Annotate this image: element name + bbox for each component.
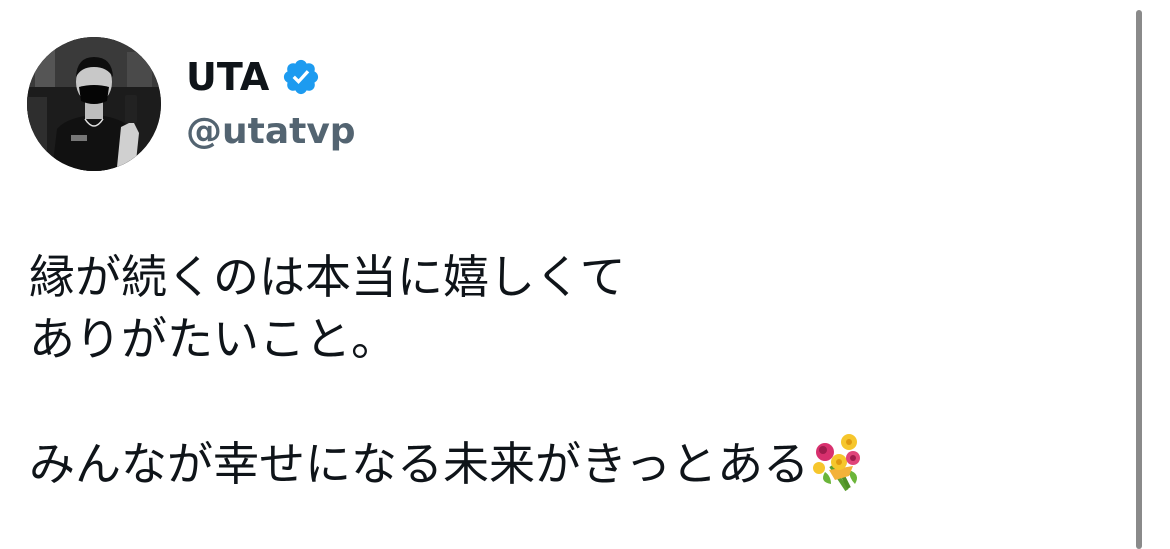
avatar[interactable] <box>27 37 161 171</box>
tweet-card: UTA @utatvp 縁が続くのは本当に嬉しくて ありがたいこと。 みんなが幸… <box>0 0 1150 549</box>
verified-badge-icon <box>281 57 321 97</box>
scrollbar[interactable] <box>1136 10 1142 549</box>
tweet-line: ありがたいこと。 <box>29 312 397 366</box>
avatar-image <box>27 37 161 171</box>
display-name[interactable]: UTA <box>186 52 269 102</box>
tweet-line-with-emoji: みんなが幸せになる未来がきっとある <box>29 432 1129 494</box>
tweet-line: みんなが幸せになる未来がきっとある <box>29 437 810 491</box>
bouquet-emoji <box>809 432 869 492</box>
tweet-line: 縁が続くのは本当に嬉しくて <box>29 250 626 304</box>
author-row: UTA <box>186 52 321 102</box>
tweet-body: 縁が続くのは本当に嬉しくて ありがたいこと。 みんなが幸せになる未来がきっとある <box>29 246 1129 494</box>
user-handle[interactable]: @utatvp <box>186 107 356 157</box>
